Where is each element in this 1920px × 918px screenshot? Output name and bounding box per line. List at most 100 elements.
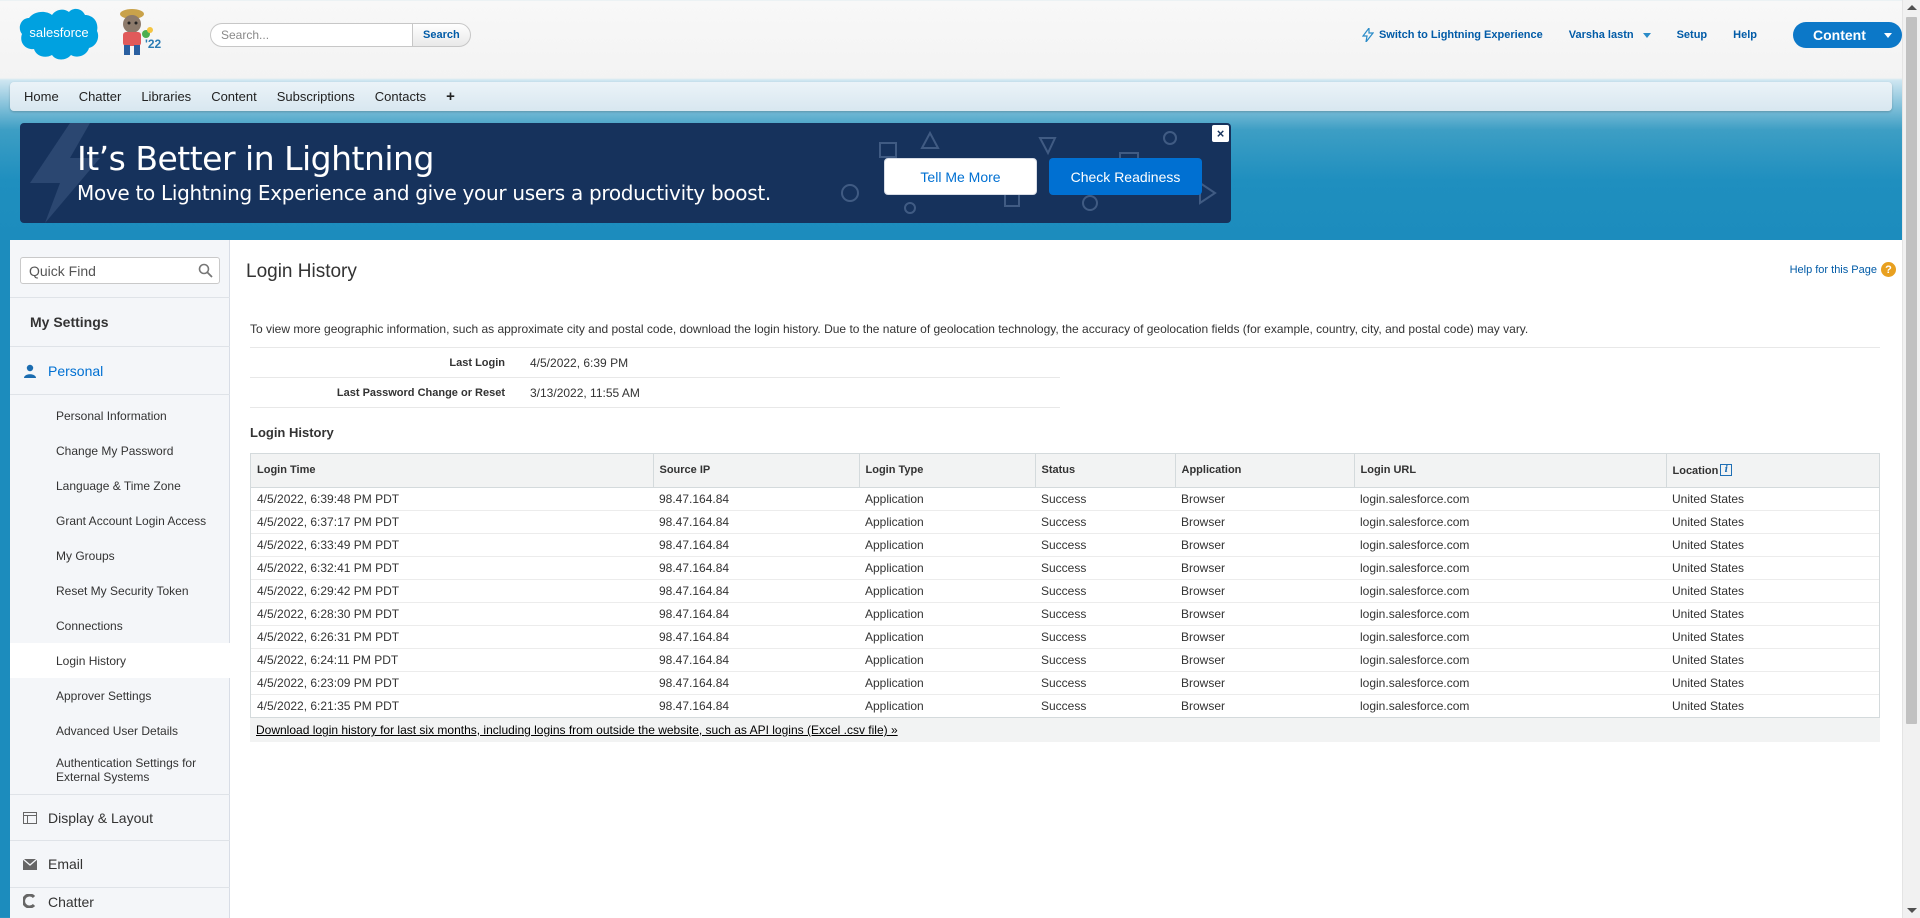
cell-source-ip: 98.47.164.84	[653, 579, 859, 603]
sidebar-item-change-my-password[interactable]: Change My Password	[10, 433, 230, 468]
sidebar-item-advanced-user-details[interactable]: Advanced User Details	[10, 713, 230, 748]
column-header-login-url[interactable]: Login URL	[1353, 454, 1666, 488]
sidebar-item-reset-security-token[interactable]: Reset My Security Token	[10, 573, 230, 608]
sidebar-item-language-time-zone[interactable]: Language & Time Zone	[10, 468, 230, 503]
cell-login-time: 4/5/2022, 6:39:48 PM PDT	[251, 487, 653, 511]
column-header-application[interactable]: Application	[1174, 454, 1354, 488]
help-link[interactable]: Help	[1733, 29, 1757, 41]
cell-application: Browser	[1175, 602, 1354, 626]
tab-subscriptions[interactable]: Subscriptions	[277, 89, 355, 104]
cell-login-type: Application	[859, 533, 1035, 557]
cell-login-url: login.salesforce.com	[1354, 556, 1666, 580]
sidebar-item-connections[interactable]: Connections	[10, 608, 230, 643]
scroll-up-arrow-icon[interactable]	[1907, 5, 1917, 10]
column-header-login-time[interactable]: Login Time	[251, 454, 653, 488]
download-bar: Download login history for last six mont…	[250, 718, 1880, 742]
switch-to-lightning-label: Switch to Lightning Experience	[1378, 29, 1543, 41]
my-settings-title: My Settings	[10, 297, 230, 347]
logo-text: salesforce	[29, 25, 88, 40]
column-header-status[interactable]: Status	[1034, 454, 1175, 488]
cell-application: Browser	[1175, 579, 1354, 603]
cell-status: Success	[1041, 698, 1087, 713]
sidebar-item-personal-information[interactable]: Personal Information	[10, 398, 230, 433]
sidebar-item-my-groups[interactable]: My Groups	[10, 538, 230, 573]
download-login-history-link[interactable]: Download login history for last six mont…	[256, 723, 898, 737]
cell-login-time: 4/5/2022, 6:23:09 PM PDT	[251, 671, 653, 695]
cell-login-url: login.salesforce.com	[1360, 698, 1470, 713]
cell-login-type: Application	[859, 556, 1035, 580]
caret-down-icon	[1642, 32, 1651, 38]
cell-login-type: Application	[859, 510, 1035, 534]
sidebar-item-login-history[interactable]: Login History	[10, 643, 230, 678]
salesforce-logo[interactable]: salesforce	[18, 6, 100, 62]
last-password-label: Last Password Change or Reset	[336, 386, 505, 399]
sidebar-section-display-layout[interactable]: Display & Layout	[10, 794, 230, 841]
cell-login-url: login.salesforce.com	[1354, 510, 1666, 534]
cell-application: Browser	[1181, 698, 1226, 713]
tab-chatter[interactable]: Chatter	[79, 89, 122, 104]
geolocation-description: To view more geographic information, suc…	[250, 322, 1529, 336]
cell-status: Success	[1035, 533, 1175, 557]
check-readiness-button[interactable]: Check Readiness	[1049, 158, 1202, 195]
close-icon[interactable]: ×	[1212, 125, 1229, 142]
main-area: My Settings Personal Personal Informatio…	[10, 240, 1902, 918]
column-header-location[interactable]: Location i	[1665, 454, 1879, 488]
cell-login-type: Application	[859, 487, 1035, 511]
sidebar-item-authentication-settings[interactable]: Authentication Settings for External Sys…	[10, 748, 230, 792]
table-row: 4/5/2022, 6:29:42 PM PDT 98.47.164.84 Ap…	[251, 579, 1879, 603]
scroll-down-arrow-icon[interactable]	[1907, 908, 1917, 913]
cell-application: Browser	[1175, 510, 1354, 534]
sidebar-section-personal[interactable]: Personal	[10, 348, 230, 395]
search-input[interactable]	[210, 23, 412, 47]
quick-find-input[interactable]	[21, 258, 191, 283]
help-icon: ?	[1881, 262, 1896, 277]
tab-content[interactable]: Content	[211, 89, 257, 104]
cell-login-time: 4/5/2022, 6:37:17 PM PDT	[251, 510, 653, 534]
chatter-icon	[20, 894, 40, 908]
switch-to-lightning-link[interactable]: Switch to Lightning Experience	[1361, 28, 1543, 42]
banner-subtitle: Move to Lightning Experience and give yo…	[77, 181, 771, 205]
column-header-login-type[interactable]: Login Type	[858, 454, 1035, 488]
tab-bar: Home Chatter Libraries Content Subscript…	[10, 82, 1892, 111]
page-scrollbar[interactable]	[1902, 0, 1920, 918]
cell-status: Success	[1035, 487, 1175, 511]
cell-source-ip: 98.47.164.84	[653, 533, 859, 557]
sidebar-section-chatter[interactable]: Chatter	[10, 888, 230, 918]
cell-location: United States	[1672, 698, 1745, 713]
sidebar-section-email[interactable]: Email	[10, 841, 230, 888]
user-menu[interactable]: Varsha lastn	[1569, 29, 1651, 41]
tab-libraries[interactable]: Libraries	[141, 89, 191, 104]
user-name: Varsha lastn	[1568, 29, 1634, 41]
cell-login-time: 4/5/2022, 6:21:35 PM PDT	[257, 698, 400, 713]
all-tabs-plus-icon[interactable]: +	[446, 88, 455, 105]
sidebar-item-grant-account-login-access[interactable]: Grant Account Login Access	[10, 503, 230, 538]
cell-source-ip: 98.47.164.84	[653, 671, 859, 695]
cell-location: United States	[1666, 533, 1879, 557]
scrollbar-thumb[interactable]	[1906, 17, 1917, 724]
app-menu-button[interactable]: Content	[1793, 22, 1902, 48]
sidebar-item-approver-settings[interactable]: Approver Settings	[10, 678, 230, 713]
email-icon	[20, 858, 40, 870]
column-header-source-ip[interactable]: Source IP	[652, 454, 859, 488]
login-history-table: Login Time Source IP Login Type Status A…	[250, 453, 1880, 718]
cell-login-time: 4/5/2022, 6:33:49 PM PDT	[251, 533, 653, 557]
cell-login-url: login.salesforce.com	[1354, 648, 1666, 672]
user-icon	[20, 364, 40, 378]
sidebar-section-email-label: Email	[48, 856, 84, 872]
cell-source-ip: 98.47.164.84	[653, 556, 859, 580]
tab-home[interactable]: Home	[24, 89, 59, 104]
quick-find-box	[20, 257, 220, 284]
table-row: 4/5/2022, 6:26:31 PM PDT 98.47.164.84 Ap…	[251, 625, 1879, 649]
cell-application: Browser	[1175, 556, 1354, 580]
tell-me-more-button[interactable]: Tell Me More	[884, 158, 1037, 195]
info-icon[interactable]: i	[1720, 463, 1733, 476]
search-button[interactable]: Search	[412, 23, 471, 47]
tab-contacts[interactable]: Contacts	[375, 89, 426, 104]
cell-location: United States	[1666, 671, 1879, 695]
help-for-this-page-link[interactable]: Help for this Page ?	[1790, 262, 1896, 277]
lightning-banner: It’s Better in Lightning Move to Lightni…	[20, 123, 1231, 223]
setup-link[interactable]: Setup	[1677, 29, 1708, 41]
table-row: 4/5/2022, 6:21:35 PM PDT 98.47.164.84 Ap…	[251, 694, 1879, 717]
table-row: 4/5/2022, 6:37:17 PM PDT 98.47.164.84 Ap…	[251, 510, 1879, 534]
table-row: 4/5/2022, 6:33:49 PM PDT 98.47.164.84 Ap…	[251, 533, 1879, 557]
